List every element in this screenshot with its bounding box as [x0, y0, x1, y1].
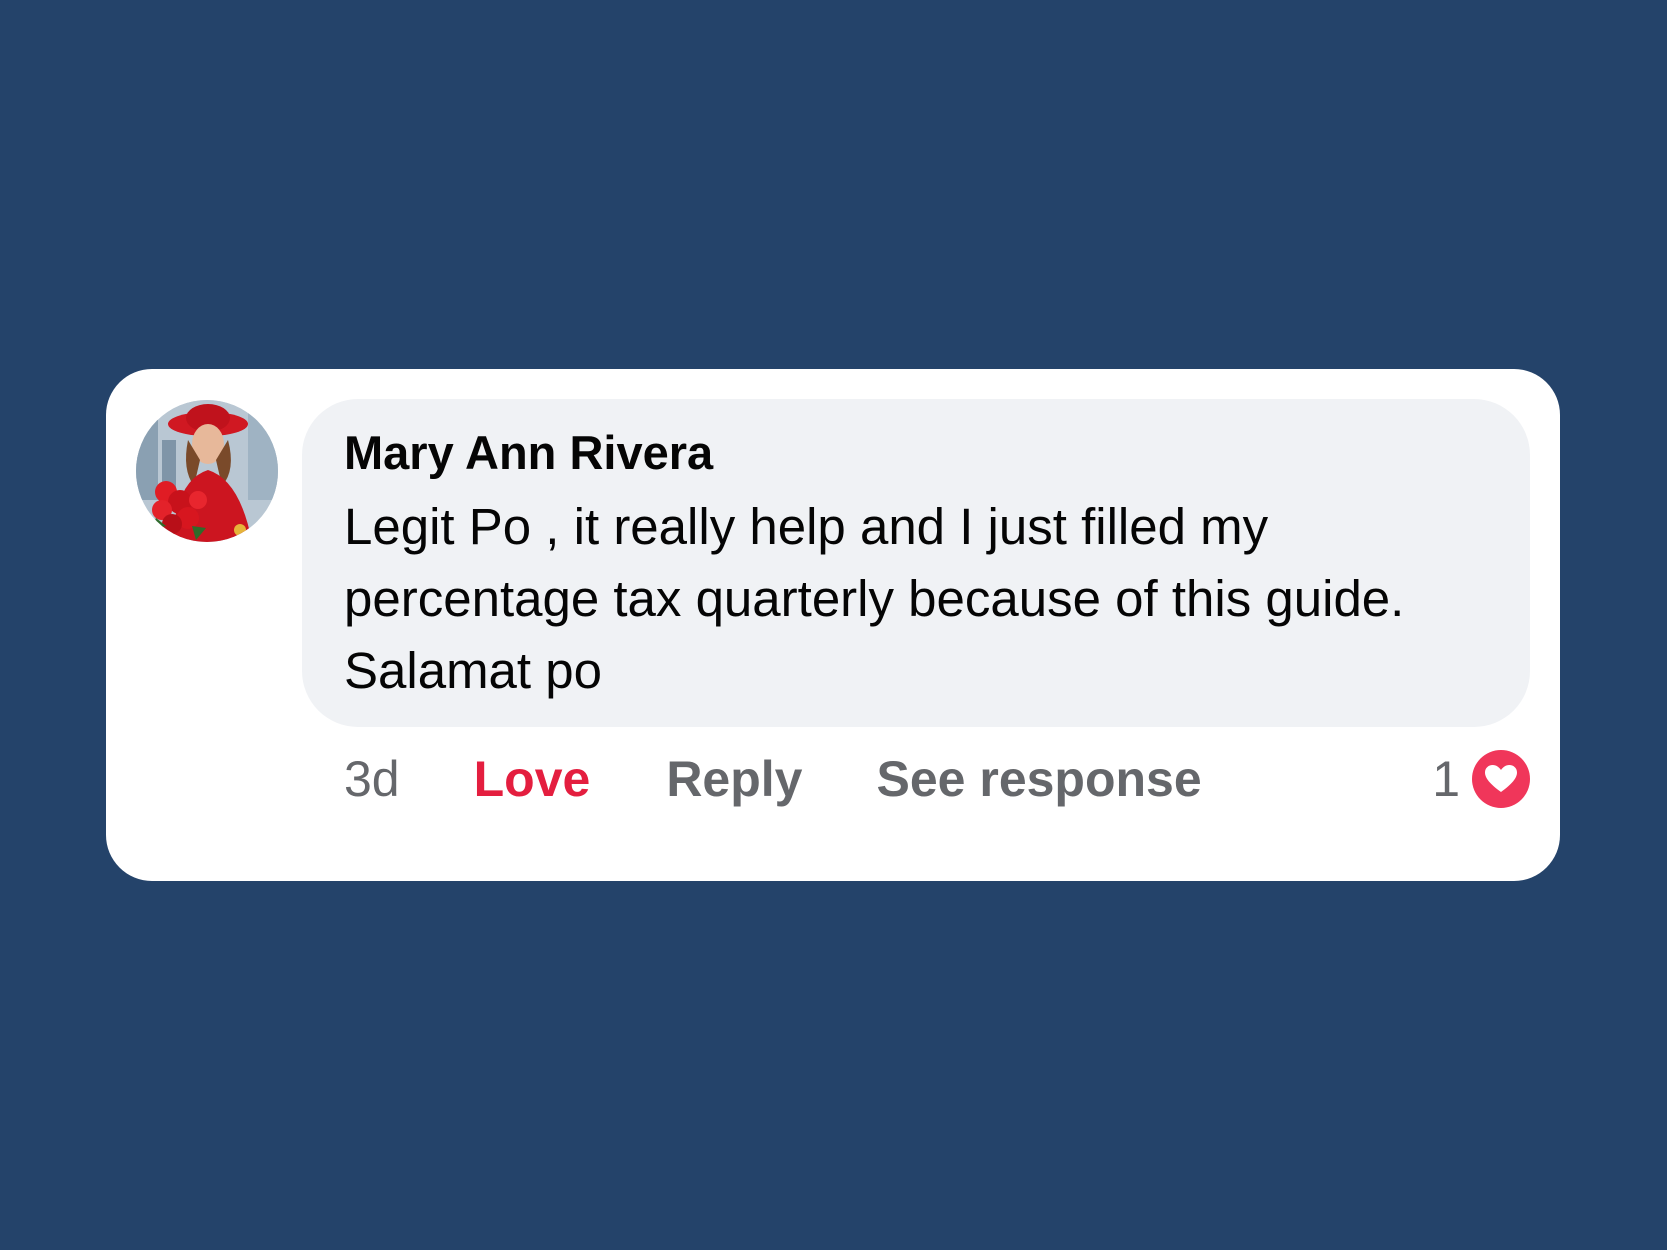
comment-timestamp[interactable]: 3d: [344, 750, 400, 808]
love-button[interactable]: Love: [474, 750, 591, 808]
reaction-summary[interactable]: 1: [1432, 747, 1530, 811]
profile-photo: [136, 400, 278, 542]
comment-text: Legit Po , it really help and I just fil…: [344, 498, 1405, 699]
comment-card: Mary Ann Rivera Legit Po , it really hel…: [106, 369, 1560, 881]
see-response-button[interactable]: See response: [877, 750, 1202, 808]
comment-author[interactable]: Mary Ann Rivera: [344, 423, 1490, 483]
comment-bubble: Mary Ann Rivera Legit Po , it really hel…: [302, 399, 1530, 727]
avatar[interactable]: [136, 400, 278, 542]
heart-icon: [1472, 750, 1530, 808]
comment-actions: 3d Love Reply See response: [344, 739, 1202, 819]
reply-button[interactable]: Reply: [666, 750, 802, 808]
reaction-count: 1: [1432, 751, 1460, 807]
